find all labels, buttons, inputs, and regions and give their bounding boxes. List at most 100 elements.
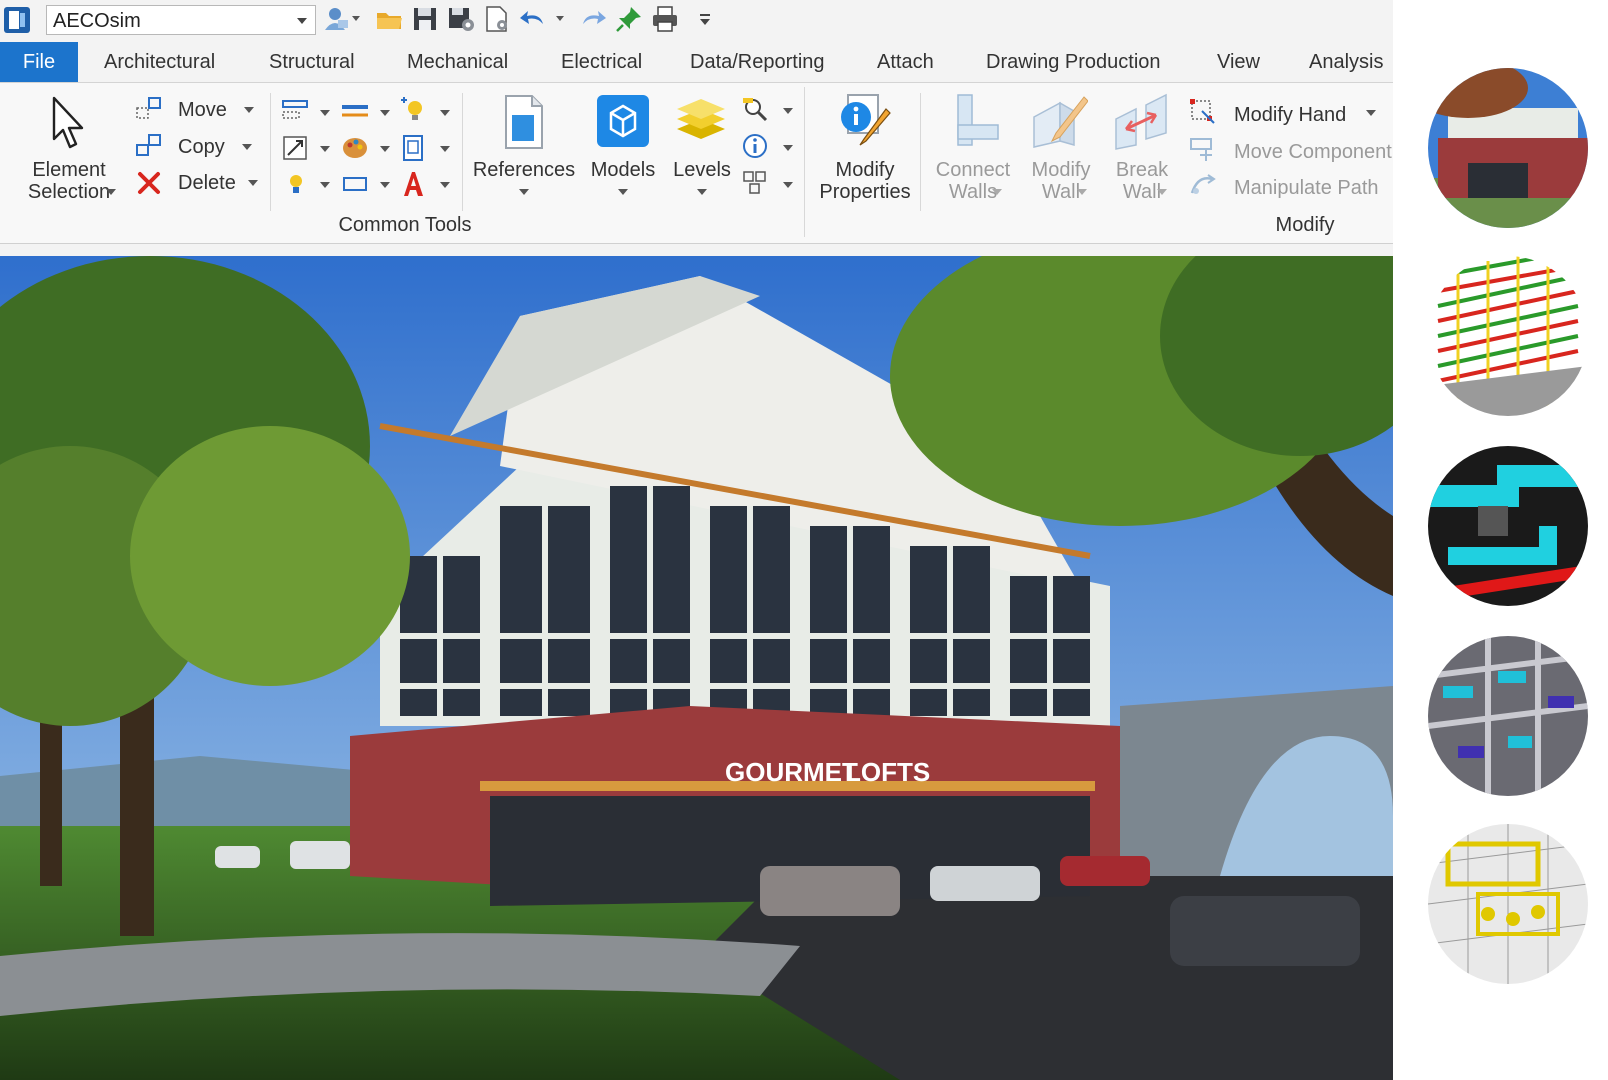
sheet-icon[interactable] bbox=[398, 133, 428, 163]
chevron-down-icon[interactable] bbox=[697, 189, 707, 195]
thumbnail-rendered-building[interactable] bbox=[1428, 68, 1588, 228]
chevron-down-icon[interactable] bbox=[440, 110, 450, 116]
tab-structural[interactable]: Structural bbox=[269, 42, 355, 82]
chevron-down-icon[interactable] bbox=[352, 16, 360, 21]
tab-analysis[interactable]: Analysis bbox=[1309, 42, 1383, 82]
undo-icon[interactable] bbox=[518, 4, 548, 34]
tab-mechanical[interactable]: Mechanical bbox=[407, 42, 508, 82]
find-icon[interactable] bbox=[740, 95, 770, 123]
references-button[interactable]: References bbox=[470, 159, 578, 181]
print-icon[interactable] bbox=[650, 4, 680, 34]
light-source-icon[interactable] bbox=[280, 169, 310, 199]
chevron-down-icon[interactable] bbox=[618, 189, 628, 195]
models-button[interactable]: Models bbox=[580, 159, 666, 181]
move-component-button[interactable]: Move Component bbox=[1234, 141, 1392, 163]
open-folder-icon[interactable] bbox=[374, 4, 404, 34]
chevron-down-icon[interactable] bbox=[1157, 189, 1167, 195]
modify-properties-button[interactable]: Modify Properties bbox=[812, 159, 918, 203]
chevron-down-icon[interactable] bbox=[992, 189, 1002, 195]
chevron-down-icon[interactable] bbox=[320, 110, 330, 116]
pin-icon[interactable] bbox=[614, 4, 644, 34]
chevron-down-icon[interactable] bbox=[519, 189, 529, 195]
rendered-3d-viewport[interactable]: GOURMET LOFTS bbox=[0, 256, 1393, 1080]
ribbon-tab-bar: File Architectural Structural Mechanical… bbox=[0, 42, 1393, 83]
text-icon[interactable] bbox=[398, 169, 428, 199]
modify-wall-button[interactable]: Modify Wall bbox=[1018, 159, 1104, 203]
ribbon-separator bbox=[920, 93, 921, 211]
quick-access-toolbar: AECOsim bbox=[0, 0, 1393, 40]
app-window: AECOsim File Architectural Structural Me… bbox=[0, 0, 1393, 1080]
info-icon[interactable] bbox=[740, 132, 770, 160]
tab-architectural[interactable]: Architectural bbox=[104, 42, 215, 82]
app-logo-icon[interactable] bbox=[2, 5, 32, 35]
break-wall-label-1: Break bbox=[1115, 159, 1169, 181]
chevron-down-icon[interactable] bbox=[783, 145, 793, 151]
delete-button[interactable]: Delete bbox=[178, 172, 236, 194]
scale-icon[interactable] bbox=[280, 133, 310, 163]
move-button[interactable]: Move bbox=[178, 99, 227, 121]
chevron-down-icon[interactable] bbox=[380, 146, 390, 152]
material-palette-icon[interactable] bbox=[340, 133, 370, 163]
properties-file-icon[interactable] bbox=[482, 4, 512, 34]
light-bulb-icon[interactable] bbox=[398, 95, 428, 125]
chevron-down-icon[interactable] bbox=[783, 108, 793, 114]
customize-icon[interactable] bbox=[690, 4, 720, 34]
common-tools-group-label: Common Tools bbox=[338, 214, 472, 236]
copy-icon bbox=[136, 134, 161, 156]
connect-walls-button[interactable]: Connect Walls bbox=[928, 159, 1018, 203]
chevron-down-icon[interactable] bbox=[783, 182, 793, 188]
chevron-down-icon[interactable] bbox=[242, 144, 252, 150]
references-icon bbox=[505, 95, 543, 149]
save-settings-icon[interactable] bbox=[446, 4, 476, 34]
chevron-down-icon[interactable] bbox=[556, 16, 564, 21]
chevron-down-icon[interactable] bbox=[106, 189, 116, 195]
chevron-down-icon[interactable] bbox=[1077, 189, 1087, 195]
manipulate-path-button[interactable]: Manipulate Path bbox=[1234, 177, 1379, 199]
tab-view[interactable]: View bbox=[1217, 42, 1260, 82]
move-component-icon bbox=[1190, 138, 1212, 161]
chevron-down-icon[interactable] bbox=[440, 182, 450, 188]
save-icon[interactable] bbox=[410, 4, 440, 34]
delete-icon bbox=[138, 172, 160, 194]
thumbnail-structural-frame[interactable] bbox=[1428, 256, 1588, 416]
manipulate-path-icon bbox=[1190, 174, 1216, 194]
element-selection-arrow-icon[interactable] bbox=[48, 95, 88, 153]
tab-data-reporting[interactable]: Data/Reporting bbox=[690, 42, 825, 82]
thumbnail-floor-plan-furniture[interactable] bbox=[1428, 636, 1588, 796]
tab-electrical[interactable]: Electrical bbox=[561, 42, 642, 82]
break-wall-label-2: Wall bbox=[1122, 181, 1162, 203]
thumbnail-mechanical-ducts[interactable] bbox=[1428, 446, 1588, 606]
workflow-dropdown[interactable]: AECOsim bbox=[46, 5, 316, 35]
grid-tools-icon[interactable] bbox=[740, 169, 770, 197]
connect-walls-label-1: Connect bbox=[935, 159, 1011, 181]
modify-wall-icon bbox=[1033, 96, 1088, 148]
copy-button[interactable]: Copy bbox=[178, 136, 225, 158]
models-icon bbox=[597, 95, 649, 147]
user-options-icon[interactable] bbox=[322, 4, 352, 34]
tab-attach[interactable]: Attach bbox=[877, 42, 934, 82]
building-sign-text-2: LOFTS bbox=[845, 757, 930, 787]
redo-icon[interactable] bbox=[578, 4, 608, 34]
element-selection-button[interactable]: Element Selection bbox=[14, 159, 124, 203]
chevron-down-icon[interactable] bbox=[440, 146, 450, 152]
chevron-down-icon[interactable] bbox=[320, 146, 330, 152]
tab-drawing-production[interactable]: Drawing Production bbox=[986, 42, 1161, 82]
chevron-down-icon[interactable] bbox=[380, 110, 390, 116]
array-icon[interactable] bbox=[280, 97, 310, 125]
chevron-down-icon[interactable] bbox=[244, 107, 254, 113]
levels-button[interactable]: Levels bbox=[662, 159, 742, 181]
connect-walls-icon bbox=[957, 94, 999, 146]
tab-file[interactable]: File bbox=[0, 42, 78, 82]
chevron-down-icon[interactable] bbox=[248, 180, 258, 186]
chevron-down-icon[interactable] bbox=[1366, 110, 1376, 116]
chevron-down-icon[interactable] bbox=[320, 182, 330, 188]
levels-icon bbox=[677, 99, 725, 139]
break-wall-button[interactable]: Break Wall bbox=[1104, 159, 1180, 203]
modify-handle-button[interactable]: Modify Hand bbox=[1234, 104, 1346, 126]
modify-wall-label-2: Wall bbox=[1041, 181, 1081, 203]
chevron-down-icon[interactable] bbox=[380, 182, 390, 188]
rectangle-icon[interactable] bbox=[340, 169, 370, 199]
workflow-dropdown-value: AECOsim bbox=[53, 10, 141, 32]
thumbnail-equipment-layout[interactable] bbox=[1428, 824, 1588, 984]
measure-icon[interactable] bbox=[340, 97, 370, 125]
